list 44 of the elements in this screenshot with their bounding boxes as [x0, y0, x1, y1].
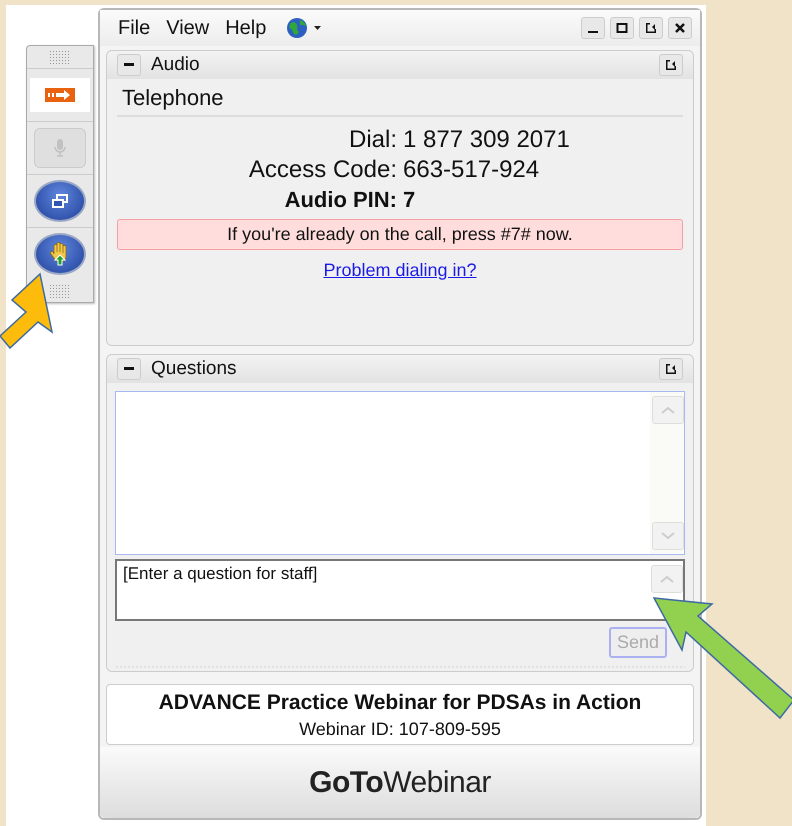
minimize-button[interactable] — [581, 17, 605, 39]
collapse-button[interactable] — [117, 358, 141, 380]
popout-button[interactable] — [659, 358, 683, 380]
popout-icon — [665, 363, 677, 375]
popout-icon — [645, 22, 657, 34]
panel-title: Audio — [151, 54, 200, 76]
windows-button[interactable] — [34, 180, 86, 222]
minus-icon — [124, 367, 134, 371]
grip-handle[interactable] — [49, 284, 71, 298]
chevron-up-icon — [660, 575, 674, 583]
minus-icon — [124, 63, 134, 67]
dial-info-value: 663-517-924 — [403, 155, 540, 185]
question-input-field[interactable]: [Enter a question for staff] — [115, 559, 685, 621]
maximize-icon — [616, 22, 628, 34]
close-button[interactable] — [668, 17, 692, 39]
microphone-icon — [53, 138, 67, 158]
product-logo: GoToWebinar — [309, 766, 491, 800]
collapse-button[interactable] — [117, 54, 141, 76]
popout-button[interactable] — [639, 17, 663, 39]
webinar-id: Webinar ID: 107-809-595 — [298, 719, 502, 740]
dial-info-label: Audio PIN: — [284, 186, 397, 214]
dial-info-value: 7 — [403, 186, 416, 214]
audio-mode-label: Telephone — [117, 79, 683, 117]
menu-item[interactable]: View — [166, 16, 210, 40]
popout-button[interactable] — [659, 54, 683, 76]
arrow-button[interactable] — [30, 78, 90, 112]
maximize-button[interactable] — [610, 17, 634, 39]
chevron-up-icon — [661, 406, 675, 414]
popout-icon — [665, 59, 677, 71]
dial-info-value: 1 877 309 2071 — [403, 125, 571, 155]
dial-info-label: Access Code: — [248, 155, 397, 185]
chevron-down-icon — [661, 532, 675, 540]
grip-handle[interactable] — [49, 50, 71, 64]
menu-item[interactable]: Help — [225, 16, 266, 40]
menu-item[interactable]: File — [118, 16, 150, 40]
minimize-icon — [588, 31, 598, 33]
notice-banner: If you're already on the call, press #7# now. — [117, 219, 683, 250]
close-icon — [674, 22, 686, 34]
help-link[interactable]: Problem dialing in? — [323, 260, 477, 280]
windows-icon — [51, 194, 69, 208]
raise-hand-button[interactable] — [34, 233, 86, 275]
webinar-title: ADVANCE Practice Webinar for PDSAs in Action — [158, 690, 642, 716]
dial-info-label: Dial: — [348, 125, 397, 155]
panel-title: Questions — [151, 358, 237, 380]
